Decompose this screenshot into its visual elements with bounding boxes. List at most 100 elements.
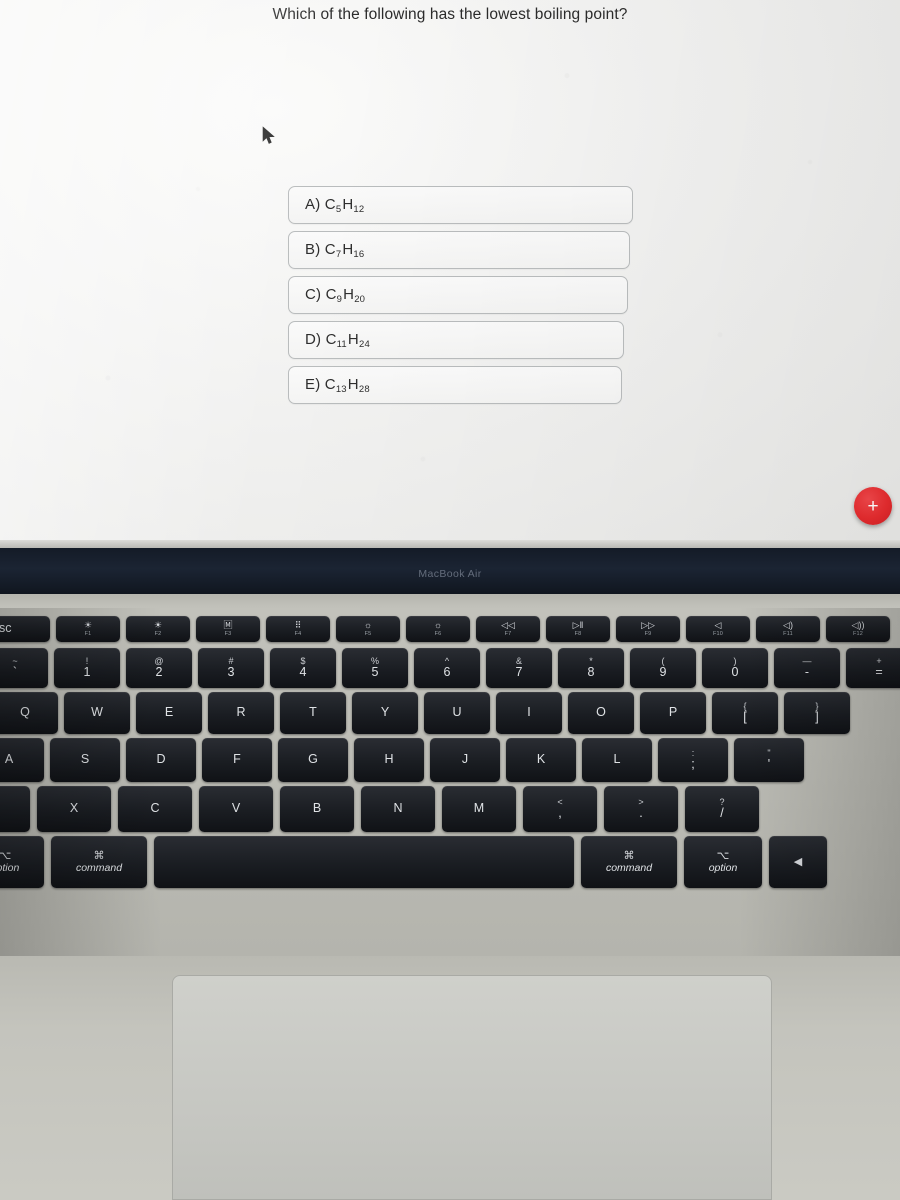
- key-key[interactable]: {[: [712, 692, 778, 734]
- key-legend-main: 4: [299, 664, 307, 679]
- key-2[interactable]: @2: [126, 648, 192, 688]
- key-x[interactable]: X: [37, 786, 111, 832]
- key-9[interactable]: (9: [630, 648, 696, 688]
- key-c[interactable]: C: [118, 786, 192, 832]
- key-legend-main: V: [231, 801, 241, 816]
- key-f4[interactable]: ⠿ F4: [266, 616, 330, 642]
- key-i[interactable]: I: [496, 692, 562, 734]
- key-key[interactable]: — -: [774, 648, 840, 688]
- key-g[interactable]: G: [278, 738, 348, 782]
- key-w[interactable]: W: [64, 692, 130, 734]
- key-legend-top: ▷ǁ: [572, 620, 584, 630]
- key-h[interactable]: H: [354, 738, 424, 782]
- key-z[interactable]: Z: [0, 786, 30, 832]
- key-e[interactable]: E: [136, 692, 202, 734]
- keyboard-top-letter-row: Q W E R T Y U I O P {[}]: [0, 692, 850, 734]
- key-8[interactable]: * 8: [558, 648, 624, 688]
- add-button[interactable]: +: [854, 487, 892, 525]
- key-legend-main: N: [393, 801, 403, 816]
- key-v[interactable]: V: [199, 786, 273, 832]
- key-legend-top: ◁◁: [501, 620, 515, 630]
- key-modifier-icon: ⌥: [716, 849, 730, 862]
- key-key[interactable]: >.: [604, 786, 678, 832]
- key-f9[interactable]: ▷▷ F9: [616, 616, 680, 642]
- answer-option-c[interactable]: C) C9H20: [288, 276, 628, 314]
- keyboard-bottom-letter-row: Z X C V B N M <,>.?/: [0, 786, 759, 832]
- key-legend-main: Y: [380, 705, 390, 720]
- key-s[interactable]: S: [50, 738, 120, 782]
- key-0[interactable]: ) 0: [702, 648, 768, 688]
- key-f6[interactable]: ☼ F6: [406, 616, 470, 642]
- key-3[interactable]: #3: [198, 648, 264, 688]
- key-key[interactable]: " ': [734, 738, 804, 782]
- key-r[interactable]: R: [208, 692, 274, 734]
- key-n[interactable]: N: [361, 786, 435, 832]
- key-legend-main: B: [312, 801, 322, 816]
- key-k[interactable]: K: [506, 738, 576, 782]
- key-command-right[interactable]: ⌘ command: [581, 836, 677, 888]
- key-key[interactable]: + =: [846, 648, 900, 688]
- key-p[interactable]: P: [640, 692, 706, 734]
- key-key[interactable]: <,: [523, 786, 597, 832]
- key-escape[interactable]: esc: [0, 616, 50, 642]
- key-f10[interactable]: ◁ F10: [686, 616, 750, 642]
- key-7[interactable]: & 7: [486, 648, 552, 688]
- key-legend-main: M: [473, 801, 485, 816]
- key-f12[interactable]: ◁)) F12: [826, 616, 890, 642]
- key-4[interactable]: $4: [270, 648, 336, 688]
- answer-option-d[interactable]: D) C11H24: [288, 321, 624, 359]
- answer-option-b[interactable]: B) C7H16: [288, 231, 630, 269]
- key-arrow-left[interactable]: ◀: [769, 836, 827, 888]
- key-key[interactable]: }]: [784, 692, 850, 734]
- key-6[interactable]: ^ 6: [414, 648, 480, 688]
- key-option-right[interactable]: ⌥ option: [684, 836, 762, 888]
- key-b[interactable]: B: [280, 786, 354, 832]
- key-f8[interactable]: ▷ǁ F8: [546, 616, 610, 642]
- key-j[interactable]: J: [430, 738, 500, 782]
- answer-option-a[interactable]: A) C5H12: [288, 186, 633, 224]
- key-legend-main: esc: [0, 621, 12, 636]
- key-legend-fn: F8: [574, 631, 582, 637]
- key-legend-main: `: [12, 664, 18, 679]
- screen-bezel: [0, 540, 900, 548]
- trackpad[interactable]: [172, 975, 772, 1200]
- key-f3[interactable]: 🄼 F3: [196, 616, 260, 642]
- option-c-formula: C9H20: [325, 285, 366, 305]
- key-1[interactable]: ! 1: [54, 648, 120, 688]
- key-y[interactable]: Y: [352, 692, 418, 734]
- key-key[interactable]: ~ `: [0, 648, 48, 688]
- key-a[interactable]: A: [0, 738, 44, 782]
- key-q[interactable]: Q: [0, 692, 58, 734]
- key-legend-main: ,: [558, 805, 562, 820]
- option-d-label: D): [305, 330, 322, 348]
- key-legend-main: /: [720, 805, 724, 820]
- key-command-left[interactable]: ⌘ command: [51, 836, 147, 888]
- key-key[interactable]: ? /: [685, 786, 759, 832]
- key-modifier-icon: ◀: [793, 855, 803, 868]
- key-5[interactable]: % 5: [342, 648, 408, 688]
- key-f5[interactable]: ☼ F5: [336, 616, 400, 642]
- key-key[interactable]: :;: [658, 738, 728, 782]
- key-legend-top: ◁)): [851, 620, 865, 630]
- key-legend-top: ◁): [783, 620, 793, 630]
- key-l[interactable]: L: [582, 738, 652, 782]
- key-legend-main: ]: [815, 709, 819, 724]
- key-legend-top: ☼: [433, 620, 443, 630]
- key-d[interactable]: D: [126, 738, 196, 782]
- key-m[interactable]: M: [442, 786, 516, 832]
- key-f[interactable]: F: [202, 738, 272, 782]
- model-label: MacBook Air: [418, 568, 482, 580]
- key-f1[interactable]: ☀ F1: [56, 616, 120, 642]
- answer-option-e[interactable]: E) C13H28: [288, 366, 622, 404]
- key-spacebar[interactable]: [154, 836, 574, 888]
- key-f2[interactable]: ☀ F2: [126, 616, 190, 642]
- key-legend-main: P: [668, 705, 678, 720]
- key-f7[interactable]: ◁◁ F7: [476, 616, 540, 642]
- key-t[interactable]: T: [280, 692, 346, 734]
- mouse-pointer-icon: [262, 126, 275, 144]
- option-e-label: E): [305, 375, 321, 393]
- key-u[interactable]: U: [424, 692, 490, 734]
- key-f11[interactable]: ◁) F11: [756, 616, 820, 642]
- key-o[interactable]: O: [568, 692, 634, 734]
- key-option-left[interactable]: ⌥option: [0, 836, 44, 888]
